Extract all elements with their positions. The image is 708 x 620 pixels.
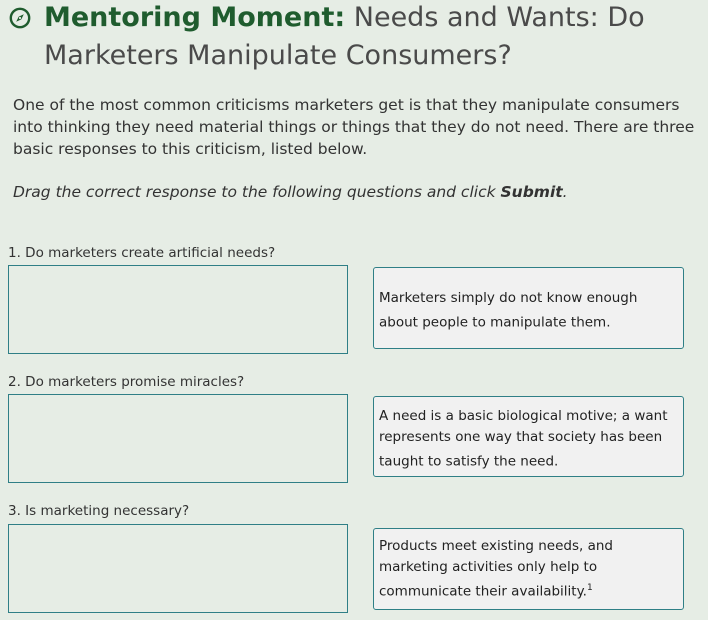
response-card-text: A need is a basic biological motive; a w… <box>379 408 668 470</box>
response-card-sup: 1 <box>586 583 593 593</box>
response-card-2[interactable]: A need is a basic biological motive; a w… <box>373 396 684 477</box>
instruction-end: . <box>562 183 568 201</box>
title-line-1: Needs and Wants: Do <box>353 2 645 33</box>
response-card-text: Products meet existing needs, and market… <box>379 538 613 600</box>
question-label-3: 3. Is marketing necessary? <box>8 503 190 519</box>
title-strong: Mentoring Moment: <box>44 2 346 33</box>
submit-emphasis: Submit <box>500 183 563 201</box>
title-line-2: Marketers Manipulate Consumers? <box>44 40 512 71</box>
compass-icon <box>9 7 31 29</box>
response-card-3[interactable]: Products meet existing needs, and market… <box>373 528 684 610</box>
drop-zone-2[interactable] <box>8 394 348 483</box>
response-card-1[interactable]: Marketers simply do not know enough abou… <box>373 267 684 349</box>
response-card-text: Marketers simply do not know enough abou… <box>379 290 638 331</box>
drop-zone-1[interactable] <box>8 265 348 354</box>
instruction-text: Drag the correct response to the followi… <box>13 181 701 203</box>
question-label-1: 1. Do marketers create artificial needs? <box>8 245 276 261</box>
drop-zone-3[interactable] <box>8 524 348 613</box>
instruction-body: Drag the correct response to the followi… <box>13 183 501 201</box>
intro-text: One of the most common criticisms market… <box>13 96 695 158</box>
question-label-2: 2. Do marketers promise miracles? <box>8 374 245 390</box>
